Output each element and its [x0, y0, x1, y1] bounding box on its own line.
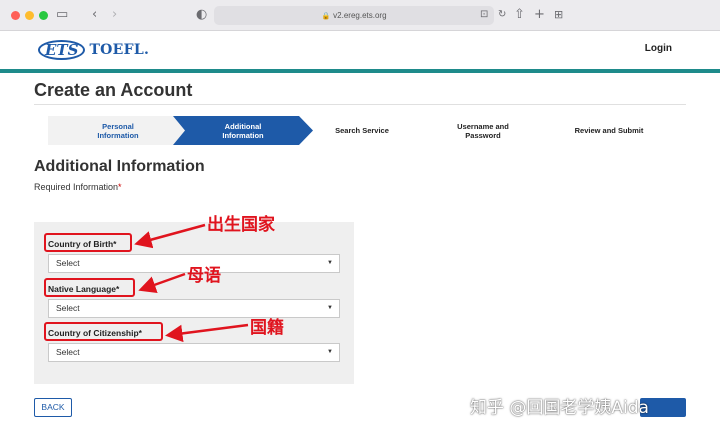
translate-icon[interactable]: ⊡ — [480, 7, 488, 23]
annotation-citizenship: 国籍 — [250, 318, 284, 338]
select-value: Select — [56, 347, 80, 357]
required-note-text: Required Information — [34, 182, 119, 192]
new-tab-icon[interactable]: + — [534, 7, 545, 23]
annotation-native-language: 母语 — [187, 266, 221, 286]
browser-toolbar: ▭ ‹ › ◐ 🔒 v2.ereg.ets.org ⊡ ↻ ⇧ + ⊞ — [0, 0, 720, 31]
step-search-service: Search Service — [322, 116, 402, 145]
reload-icon[interactable]: ↻ — [498, 7, 506, 23]
back-arrow-icon[interactable]: ‹ — [92, 7, 97, 23]
toefl-logo-text: TOEFL. — [89, 42, 150, 58]
step-label: Search Service — [335, 126, 389, 135]
header-accent-bar — [0, 69, 720, 73]
progress-stepper: Personal Information Additional Informatio… — [48, 116, 678, 145]
step-label: Password — [465, 130, 501, 140]
lock-icon: 🔒 — [321, 13, 331, 20]
privacy-shield-icon[interactable]: ◐ — [196, 7, 207, 23]
share-icon[interactable]: ⇧ — [514, 7, 525, 23]
step-label: Additional — [224, 121, 262, 131]
close-window-button[interactable] — [11, 11, 20, 20]
native-language-select[interactable]: Select ▼ — [48, 299, 340, 318]
site-header: ETS TOEFL. Login — [0, 31, 720, 69]
dropdown-caret-icon: ▼ — [327, 260, 333, 266]
step-label: Username and — [457, 121, 509, 131]
country-of-citizenship-select[interactable]: Select ▼ — [48, 343, 340, 362]
minimize-window-button[interactable] — [25, 11, 34, 20]
annotation-box-citizenship — [44, 322, 163, 341]
dropdown-caret-icon: ▼ — [327, 305, 333, 311]
step-review-and-submit: Review and Submit — [563, 116, 655, 145]
step-username-and-password: Username and Password — [443, 116, 523, 145]
section-title: Additional Information — [34, 158, 205, 175]
address-bar[interactable]: 🔒 v2.ereg.ets.org — [214, 6, 494, 25]
sidebar-icon[interactable]: ▭ — [56, 7, 68, 23]
address-text: v2.ereg.ets.org — [333, 11, 387, 20]
watermark: 知乎 @回国老学姨Aida — [470, 398, 649, 418]
annotation-box-language — [44, 278, 135, 297]
login-link[interactable]: Login — [645, 43, 672, 54]
step-label: Review and Submit — [574, 126, 644, 135]
step-personal-information[interactable]: Personal Information — [48, 116, 188, 145]
required-star: * — [118, 182, 122, 192]
tab-overview-icon[interactable]: ⊞ — [554, 7, 563, 23]
title-divider — [34, 104, 686, 105]
step-label: Information — [222, 130, 264, 140]
ets-logo-mark: ETS — [38, 40, 86, 60]
back-button[interactable]: BACK — [34, 398, 72, 417]
ets-toefl-logo[interactable]: ETS TOEFL. — [38, 39, 149, 61]
annotation-country-of-birth: 出生国家 — [207, 215, 275, 235]
required-info-note: Required Information* — [34, 182, 122, 192]
select-value: Select — [56, 258, 80, 268]
zoom-window-button[interactable] — [39, 11, 48, 20]
step-label: Personal — [102, 121, 134, 131]
forward-arrow-icon[interactable]: › — [112, 7, 117, 23]
page-title: Create an Account — [34, 80, 193, 100]
select-value: Select — [56, 303, 80, 313]
dropdown-caret-icon: ▼ — [327, 349, 333, 355]
step-additional-information: Additional Information — [173, 116, 313, 145]
step-label: Information — [97, 130, 139, 140]
annotation-box-birth — [44, 233, 132, 252]
